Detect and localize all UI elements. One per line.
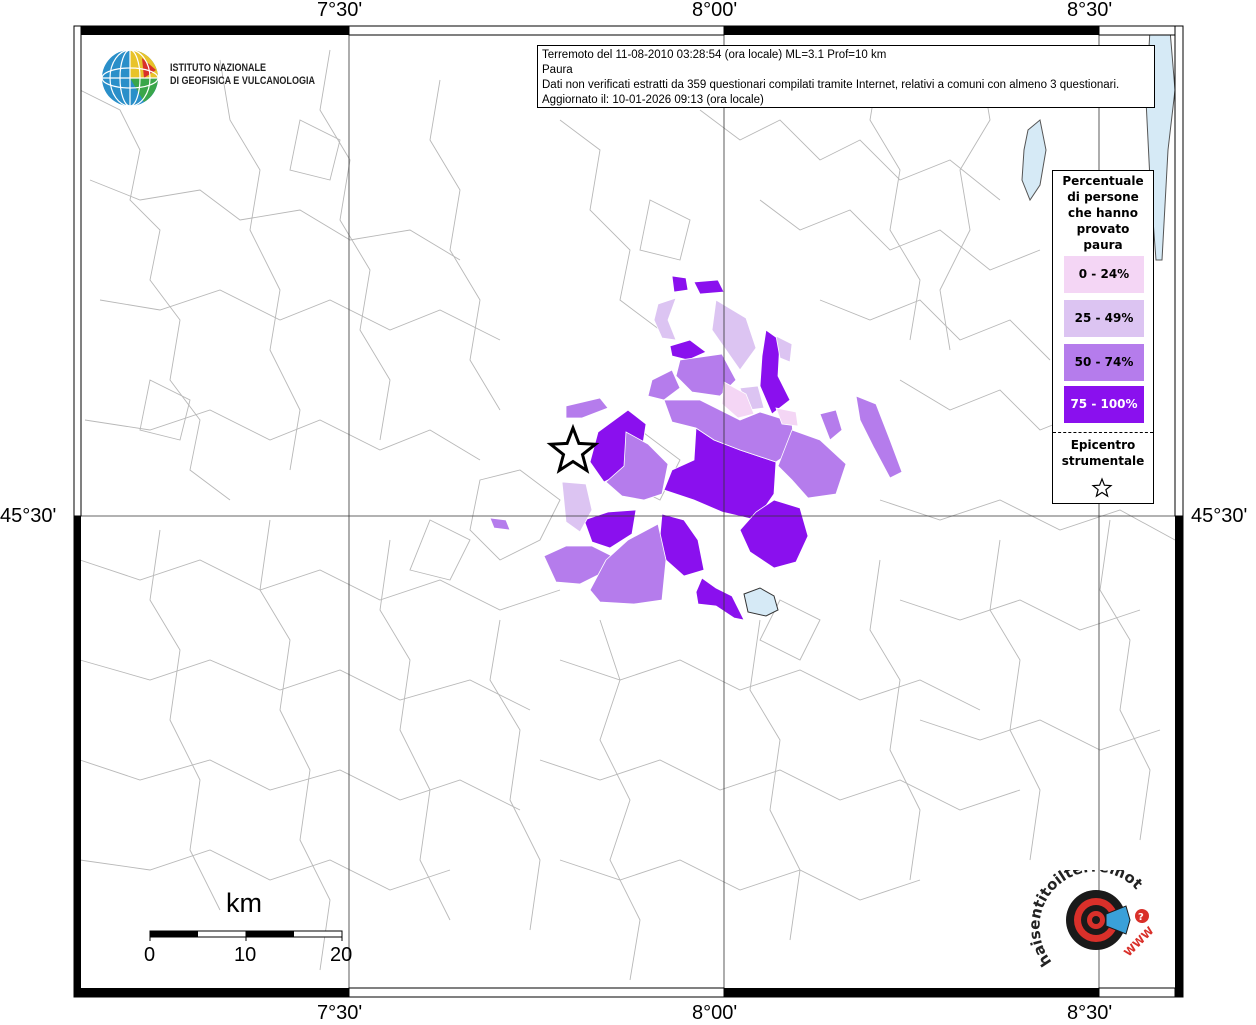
legend-title-line: paura — [1083, 238, 1123, 252]
scale-label-0: 0 — [144, 944, 156, 966]
legend-title: Percentuale di persone che hanno provato… — [1053, 173, 1153, 253]
ingv-logo: ISTITUTO NAZIONALE DI GEOFISICA E VULCAN… — [100, 48, 320, 110]
legend-title-line: che hanno — [1068, 206, 1138, 220]
lat-label-left: 45°30' — [0, 505, 57, 527]
lon-label-top-2: 8°00' — [692, 0, 738, 21]
legend-item-25-49: 25 - 49% — [1064, 300, 1144, 337]
lon-label-top-3: 8°30' — [1067, 0, 1113, 21]
legend-title-line: di persone — [1067, 190, 1139, 204]
map-type: Paura — [542, 64, 573, 76]
legend-epicenter-line: Epicentro — [1070, 438, 1136, 452]
legend-title-line: provato — [1076, 222, 1130, 236]
legend: Percentuale di persone che hanno provato… — [1052, 170, 1154, 504]
ingv-name-line2: DI GEOFISICA E VULCANOLOGIA — [170, 75, 315, 87]
lon-label-top-1: 7°30' — [317, 0, 363, 21]
star-icon — [1091, 477, 1113, 498]
legend-item-0-24: 0 - 24% — [1064, 256, 1144, 293]
scale-unit: km — [226, 888, 262, 918]
hsit-logo: haisentitoilterremoto.it ? WWW — [1025, 856, 1157, 970]
legend-item-75-100: 75 - 100% — [1064, 386, 1144, 423]
legend-separator — [1053, 432, 1153, 433]
lon-label-bottom-2: 8°00' — [692, 1002, 738, 1024]
svg-text:?: ? — [1138, 912, 1144, 923]
scale-label-10: 10 — [234, 944, 257, 966]
update-date: Aggiornato il: 10-01-2026 09:13 (ora loc… — [542, 94, 764, 106]
lon-label-bottom-1: 7°30' — [317, 1002, 363, 1024]
polygon-75-100 — [671, 275, 689, 293]
data-note: Dati non verificati estratti da 359 ques… — [542, 79, 1120, 91]
legend-epicenter-line: strumentale — [1061, 454, 1145, 468]
legend-title-line: Percentuale — [1062, 174, 1144, 188]
scale-label-20: 20 — [330, 944, 353, 966]
ingv-name-line1: ISTITUTO NAZIONALE — [170, 62, 267, 74]
event-title: Terremoto del 11-08-2010 03:28:54 (ora l… — [542, 49, 887, 61]
target-icon: haisentitoilterremoto.it ? WWW — [1025, 856, 1157, 970]
lon-label-bottom-3: 8°30' — [1067, 1002, 1113, 1024]
lat-label-right: 45°30' — [1191, 505, 1248, 527]
event-info-box: Terremoto del 11-08-2010 03:28:54 (ora l… — [537, 45, 1155, 108]
legend-item-50-74: 50 - 74% — [1064, 344, 1144, 381]
legend-epicenter-label: Epicentro strumentale — [1053, 437, 1153, 469]
globe-icon — [101, 49, 159, 107]
